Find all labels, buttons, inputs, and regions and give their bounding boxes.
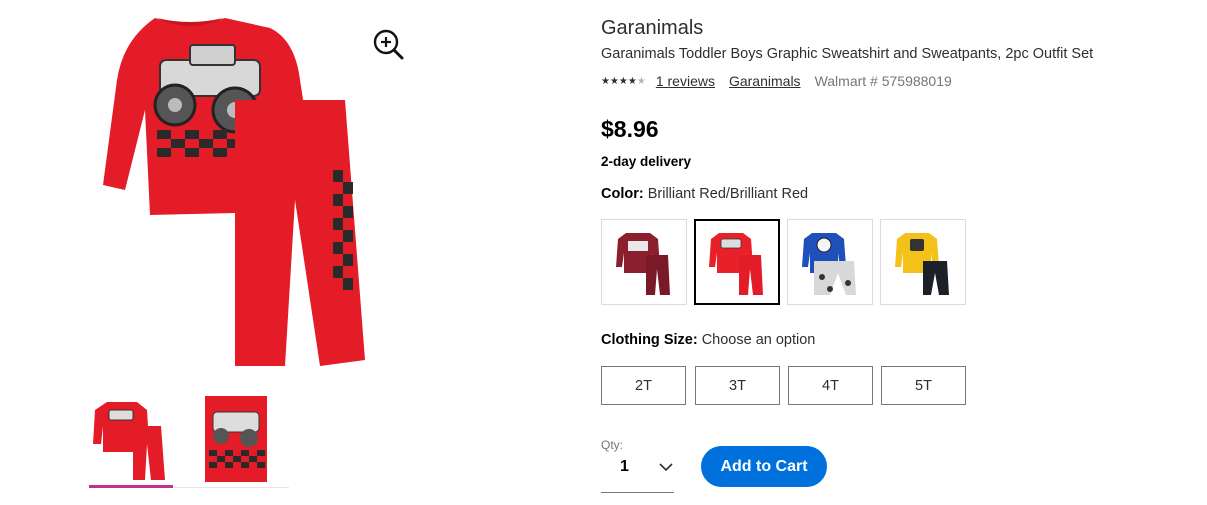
size-value: Choose an option xyxy=(701,332,816,348)
color-value: Brilliant Red/Brilliant Red xyxy=(647,186,809,202)
size-option-3t[interactable]: 3T xyxy=(695,366,780,405)
product-title: Garanimals Toddler Boys Graphic Sweatshi… xyxy=(601,46,1094,62)
brand-name: Garanimals xyxy=(601,17,704,39)
thumbnail-active-indicator xyxy=(89,485,173,488)
rating-stars-icon: ★★★★★ xyxy=(601,75,646,87)
add-to-cart-button[interactable]: Add to Cart xyxy=(701,446,827,487)
color-swatch-maroon[interactable] xyxy=(601,219,687,305)
reviews-link[interactable]: 1 reviews xyxy=(656,73,715,89)
color-label: Color: Brilliant Red/Brilliant Red xyxy=(601,186,808,202)
product-main-image[interactable] xyxy=(95,0,385,380)
quantity-label: Qty: xyxy=(601,438,624,452)
price: $8.96 xyxy=(601,116,659,142)
chevron-down-icon xyxy=(659,463,673,472)
product-meta-row: ★★★★★ 1 reviews Garanimals Walmart # 575… xyxy=(601,72,952,90)
size-label: Clothing Size: Choose an option xyxy=(601,332,815,348)
thumbnail-sweatshirt-closeup[interactable] xyxy=(195,396,279,482)
thumbnail-outfit-front[interactable] xyxy=(89,396,173,482)
color-swatch-red[interactable] xyxy=(694,219,780,305)
item-number: Walmart # 575988019 xyxy=(814,73,952,89)
zoom-in-icon[interactable] xyxy=(370,26,406,62)
quantity-select[interactable]: 1 xyxy=(601,452,674,493)
brand-link[interactable]: Garanimals xyxy=(729,73,801,89)
color-swatch-blue[interactable] xyxy=(787,219,873,305)
size-option-4t[interactable]: 4T xyxy=(788,366,873,405)
size-option-5t[interactable]: 5T xyxy=(881,366,966,405)
size-option-2t[interactable]: 2T xyxy=(601,366,686,405)
color-swatch-yellow[interactable] xyxy=(880,219,966,305)
delivery-info: 2-day delivery xyxy=(601,154,692,169)
color-label-title: Color: xyxy=(601,186,644,202)
size-label-title: Clothing Size: xyxy=(601,332,698,348)
quantity-value: 1 xyxy=(620,458,629,475)
